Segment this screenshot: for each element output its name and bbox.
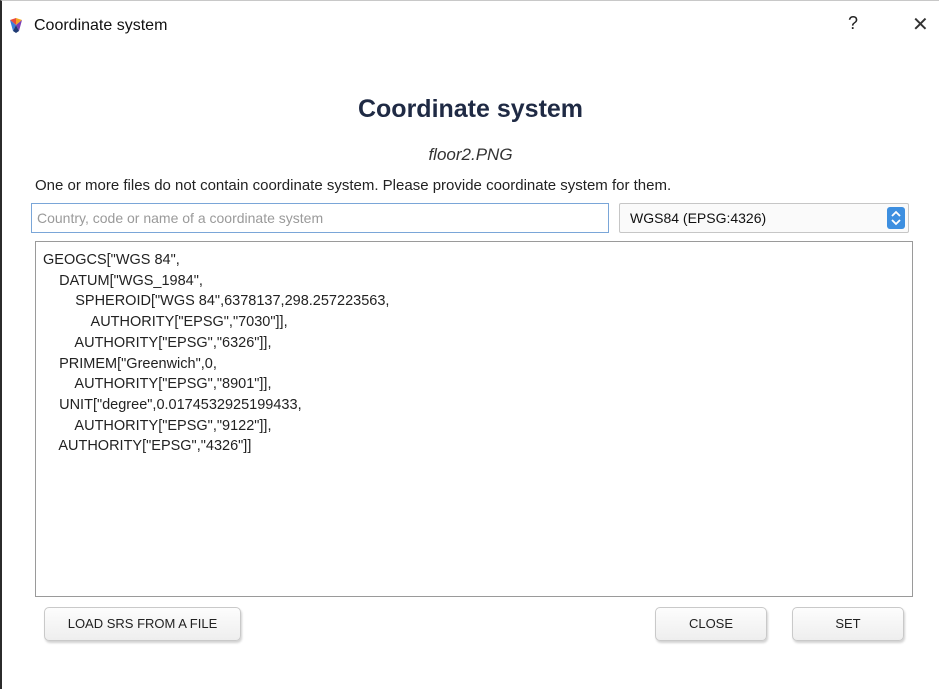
help-button[interactable]: ? xyxy=(848,13,858,34)
crs-select-value: WGS84 (EPSG:4326) xyxy=(630,210,767,226)
wkt-line: AUTHORITY["EPSG","8901"]], xyxy=(43,376,272,393)
window-title: Coordinate system xyxy=(34,17,168,34)
set-button[interactable]: SET xyxy=(792,607,904,641)
file-name: floor2.PNG xyxy=(428,145,513,164)
wkt-line: AUTHORITY["EPSG","4326"]] xyxy=(43,438,252,455)
wkt-line: AUTHORITY["EPSG","7030"]], xyxy=(43,314,288,331)
app-logo-icon xyxy=(10,18,22,33)
wkt-line: GEOGCS["WGS 84", xyxy=(43,252,180,268)
coordinate-system-dialog: Coordinate system ? ✕ Coordinate system … xyxy=(0,0,939,689)
wkt-text-area[interactable]: GEOGCS["WGS 84", DATUM["WGS_1984", SPHER… xyxy=(35,241,913,597)
crs-search-input[interactable] xyxy=(31,203,609,233)
wkt-line: SPHEROID["WGS 84",6378137,298.257223563, xyxy=(43,293,390,310)
info-message: One or more files do not contain coordin… xyxy=(35,177,672,194)
window-close-button[interactable]: ✕ xyxy=(912,12,929,37)
chevron-updown-icon[interactable] xyxy=(887,207,905,229)
wkt-line: AUTHORITY["EPSG","9122"]], xyxy=(43,417,272,434)
wkt-line: UNIT["degree",0.0174532925199433, xyxy=(43,396,302,413)
close-button[interactable]: CLOSE xyxy=(655,607,767,641)
dialog-heading: Coordinate system xyxy=(357,95,584,123)
title-bar: Coordinate system ? ✕ xyxy=(2,1,939,45)
wkt-line: DATUM["WGS_1984", xyxy=(43,272,203,289)
load-srs-button[interactable]: LOAD SRS FROM A FILE xyxy=(44,607,241,641)
wkt-line: PRIMEM["Greenwich",0, xyxy=(43,355,217,372)
wkt-line: AUTHORITY["EPSG","6326"]], xyxy=(43,334,272,351)
crs-select[interactable]: WGS84 (EPSG:4326) xyxy=(619,203,909,233)
